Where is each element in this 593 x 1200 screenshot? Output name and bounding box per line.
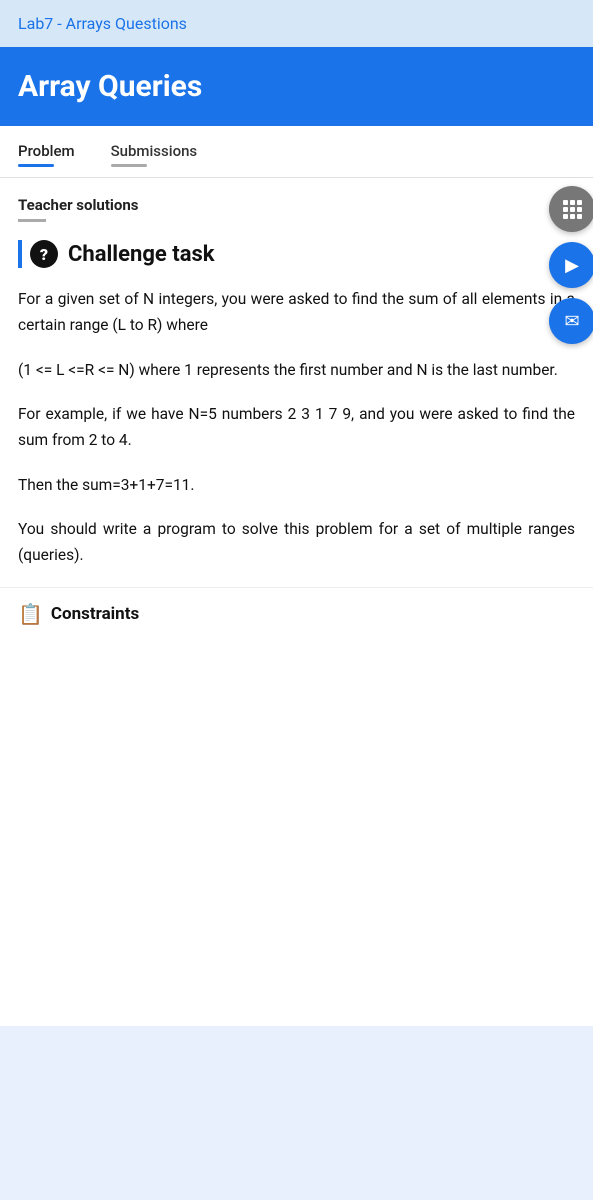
constraints-preview: 📋 Constraints: [0, 587, 593, 626]
problem-paragraph-3: For example, if we have N=5 numbers 2 3 …: [18, 401, 575, 454]
header: Array Queries: [0, 47, 593, 126]
challenge-section: ? Challenge task: [0, 222, 593, 268]
send-button[interactable]: ✉: [549, 298, 593, 344]
content-card: ▶ ✉ Problem Submissions Teacher solution…: [0, 126, 593, 1026]
teacher-solutions-label[interactable]: Teacher solutions: [18, 196, 575, 214]
teacher-solutions-section: Teacher solutions: [0, 178, 593, 222]
tab-problem-label: Problem: [18, 142, 75, 160]
problem-paragraph-2: (1 <= L <=R <= N) where 1 represents the…: [18, 357, 575, 383]
problem-text: For a given set of N integers, you were …: [0, 286, 593, 569]
tab-submissions-underline: [111, 164, 147, 167]
tab-problem[interactable]: Problem: [18, 126, 87, 177]
constraints-label: Constraints: [51, 604, 139, 624]
constraints-icon: 📋: [18, 602, 43, 626]
tab-submissions-label: Submissions: [111, 142, 198, 160]
grid-toggle-button[interactable]: [549, 186, 593, 232]
grid-icon: [563, 200, 582, 219]
problem-paragraph-4: Then the sum=3+1+7=11.: [18, 472, 575, 498]
problem-paragraph-5: You should write a program to solve this…: [18, 516, 575, 569]
tab-submissions[interactable]: Submissions: [111, 126, 210, 177]
play-button[interactable]: ▶: [549, 242, 593, 288]
page-title: Array Queries: [18, 69, 575, 104]
send-icon: ✉: [564, 311, 579, 332]
top-bar: Lab7 - Arrays Questions: [0, 0, 593, 47]
top-bar-label: Lab7 - Arrays Questions: [18, 14, 187, 33]
problem-paragraph-1: For a given set of N integers, you were …: [18, 286, 575, 339]
challenge-icon: ?: [30, 240, 58, 268]
play-icon: ▶: [565, 255, 579, 276]
challenge-title: ? Challenge task: [18, 240, 575, 268]
floating-buttons: ▶ ✉: [549, 186, 593, 344]
tabs-bar: Problem Submissions: [0, 126, 593, 178]
tab-problem-underline: [18, 164, 54, 167]
challenge-title-text: Challenge task: [68, 242, 215, 267]
